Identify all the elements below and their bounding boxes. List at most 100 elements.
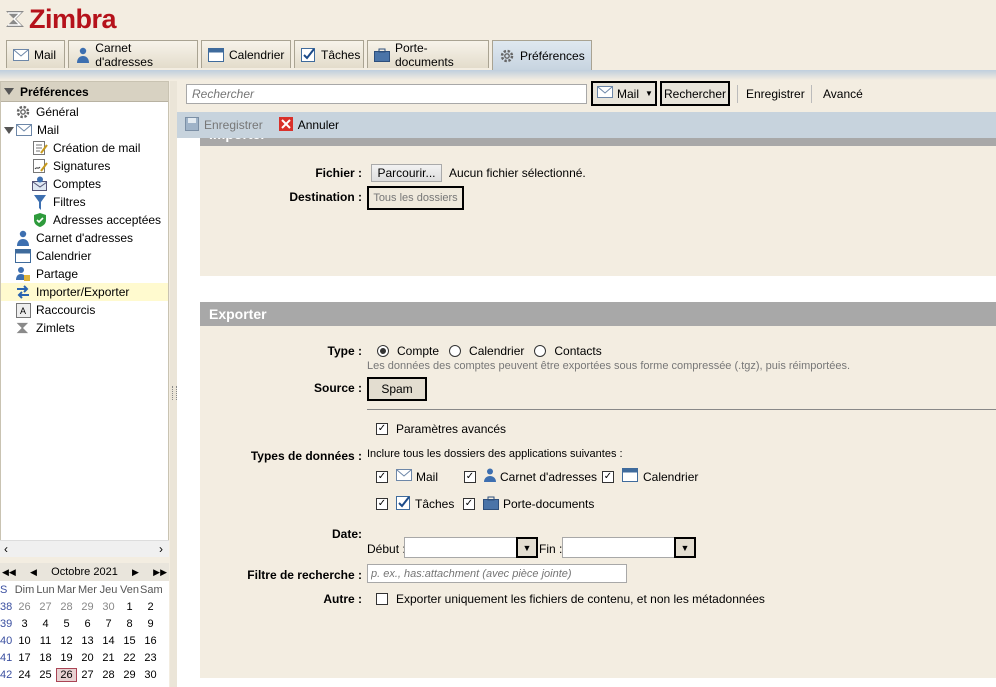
next-year-icon[interactable]: ▶▶ — [153, 567, 167, 578]
collapse-icon[interactable] — [4, 88, 14, 95]
mini-calendar-day[interactable]: 29 — [119, 669, 140, 681]
tree-item-shortcuts[interactable]: A Raccourcis — [1, 301, 168, 319]
mini-calendar-day[interactable]: 11 — [35, 635, 56, 647]
source-select[interactable]: Spam — [367, 377, 427, 401]
mini-calendar-day[interactable]: 4 — [35, 618, 56, 630]
tree-item-filters[interactable]: Filtres — [1, 193, 168, 211]
scroll-right-icon[interactable]: › — [159, 542, 163, 556]
mini-calendar-week: 39 3 4 5 6 7 8 9 — [0, 615, 169, 632]
prev-month-icon[interactable]: ◀ — [30, 567, 37, 578]
briefcase-checkbox[interactable]: ✓ — [463, 498, 475, 510]
tasks-checkbox[interactable]: ✓ — [376, 498, 388, 510]
mini-calendar-day[interactable]: 7 — [98, 618, 119, 630]
search-filter-input[interactable] — [367, 564, 627, 583]
week-number[interactable]: 40 — [0, 635, 14, 647]
week-number[interactable]: 41 — [0, 652, 14, 664]
mini-calendar-day[interactable]: 21 — [98, 652, 119, 664]
zimbra-logo[interactable]: Zimbra — [4, 3, 117, 35]
tab-preferences[interactable]: Préférences — [492, 40, 592, 70]
tab-tasks[interactable]: Tâches — [294, 40, 364, 68]
tree-item-calendar[interactable]: Calendrier — [1, 247, 168, 265]
cancel-button[interactable]: Annuler — [278, 116, 339, 134]
mini-calendar-day[interactable]: 14 — [98, 635, 119, 647]
mini-calendar-day[interactable]: 1 — [119, 601, 140, 613]
tree-item-trusted-addresses[interactable]: Adresses acceptées — [1, 211, 168, 229]
tree-item-general[interactable]: Général — [1, 103, 168, 121]
source-label: Source : — [313, 381, 362, 395]
mini-calendar-day[interactable]: 26 — [56, 667, 77, 682]
prev-year-icon[interactable]: ◀◀ — [2, 567, 16, 578]
mini-calendar-day[interactable]: 17 — [14, 652, 35, 664]
destination-select[interactable]: Tous les dossiers — [367, 186, 464, 210]
radio-contacts[interactable] — [534, 345, 547, 357]
mini-calendar-day[interactable]: 30 — [98, 601, 119, 613]
mini-calendar-day[interactable]: 3 — [14, 618, 35, 630]
mini-calendar-day[interactable]: 9 — [140, 618, 161, 630]
tab-mail[interactable]: Mail — [6, 40, 65, 68]
save-button[interactable]: Enregistrer — [185, 116, 263, 134]
mini-calendar-day[interactable]: 2 — [140, 601, 161, 613]
mini-calendar-day[interactable]: 8 — [119, 618, 140, 630]
week-number[interactable]: 39 — [0, 618, 14, 630]
mail-checkbox[interactable]: ✓ — [376, 470, 388, 483]
week-number[interactable]: 38 — [0, 601, 14, 613]
mini-calendar-day[interactable]: 27 — [77, 669, 98, 681]
mini-calendar-day[interactable]: 25 — [35, 669, 56, 681]
tab-contacts[interactable]: Carnet d'adresses — [68, 40, 198, 69]
mini-calendar-day[interactable]: 26 — [14, 601, 35, 613]
end-date-input[interactable] — [562, 537, 675, 558]
content-only-checkbox[interactable] — [376, 593, 388, 605]
panel-splitter[interactable] — [170, 81, 177, 687]
radio-calendar[interactable] — [449, 345, 462, 357]
advanced-search-link[interactable]: Avancé — [823, 87, 863, 101]
mini-calendar-day[interactable]: 22 — [119, 652, 140, 664]
content-only-row: Exporter uniquement les fichiers de cont… — [376, 592, 765, 606]
tree-header[interactable]: Préférences — [1, 82, 168, 102]
save-search-link[interactable]: Enregistrer — [746, 87, 805, 101]
tree-item-sharing[interactable]: Partage — [1, 265, 168, 283]
mini-calendar-day[interactable]: 15 — [119, 635, 140, 647]
mini-calendar-day[interactable]: 28 — [56, 601, 77, 613]
mini-calendar-day[interactable]: 19 — [56, 652, 77, 664]
mini-calendar-day[interactable]: 27 — [35, 601, 56, 613]
start-date-picker-button[interactable]: ▼ — [516, 537, 538, 558]
mini-calendar-day[interactable]: 23 — [140, 652, 161, 664]
mini-calendar-day[interactable]: 10 — [14, 635, 35, 647]
advanced-params-checkbox[interactable]: ✓ — [376, 423, 388, 435]
tree-item-mail[interactable]: Mail — [1, 121, 168, 139]
tab-calendar[interactable]: Calendrier — [201, 40, 291, 68]
tree-horizontal-scrollbar[interactable]: ‹ › — [0, 540, 169, 557]
tree-item-signatures[interactable]: Signatures — [1, 157, 168, 175]
scroll-left-icon[interactable]: ‹ — [4, 542, 8, 556]
mini-calendar-day[interactable]: 16 — [140, 635, 161, 647]
tree-item-compose[interactable]: Création de mail — [1, 139, 168, 157]
mini-calendar-day[interactable]: 24 — [14, 669, 35, 681]
browse-button[interactable]: Parcourir... — [371, 164, 442, 182]
contacts-checkbox[interactable]: ✓ — [464, 470, 476, 483]
search-input[interactable] — [186, 84, 587, 104]
tree-item-import-export[interactable]: Importer/Exporter — [1, 283, 168, 301]
tree-item-contacts[interactable]: Carnet d'adresses — [1, 229, 168, 247]
mini-calendar-day[interactable]: 6 — [77, 618, 98, 630]
tree-item-accounts[interactable]: Comptes — [1, 175, 168, 193]
expand-icon[interactable] — [4, 126, 14, 134]
tab-briefcase[interactable]: Porte-documents — [367, 40, 489, 69]
next-month-icon[interactable]: ▶ — [132, 567, 139, 578]
mini-calendar-day[interactable]: 28 — [98, 669, 119, 681]
start-date-input[interactable] — [404, 537, 517, 558]
week-number[interactable]: 42 — [0, 669, 14, 681]
mini-calendar-day[interactable]: 5 — [56, 618, 77, 630]
mini-calendar-day[interactable]: 20 — [77, 652, 98, 664]
mini-calendar-day[interactable]: 30 — [140, 669, 161, 681]
search-button[interactable]: Rechercher — [660, 81, 730, 106]
tree-item-zimlets[interactable]: Zimlets — [1, 319, 168, 337]
mini-calendar-day[interactable]: 18 — [35, 652, 56, 664]
mini-calendar-day[interactable]: 29 — [77, 601, 98, 613]
search-scope-select[interactable]: Mail ▼ — [591, 81, 657, 106]
calendar-checkbox[interactable]: ✓ — [602, 470, 614, 483]
month-title[interactable]: Octobre 2021 — [51, 566, 118, 578]
end-date-picker-button[interactable]: ▼ — [674, 537, 696, 558]
mini-calendar-day[interactable]: 12 — [56, 635, 77, 647]
mini-calendar-day[interactable]: 13 — [77, 635, 98, 647]
radio-account[interactable] — [377, 345, 389, 357]
